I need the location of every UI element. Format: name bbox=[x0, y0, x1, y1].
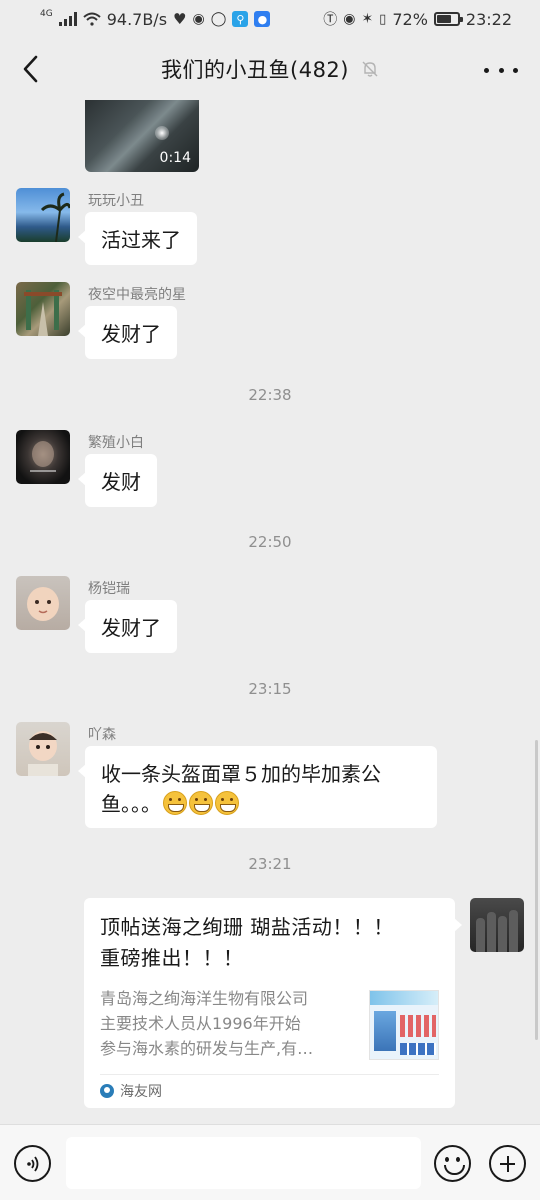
message-text: 发财了 bbox=[101, 616, 161, 640]
scrollbar[interactable] bbox=[535, 740, 538, 1040]
thumb-items bbox=[400, 1015, 437, 1037]
battery-icon bbox=[433, 12, 463, 26]
network-speed: 94.7B/s bbox=[106, 9, 168, 29]
battery-percent: 72% bbox=[392, 9, 428, 29]
message-text-line2: 鱼。。。 bbox=[101, 789, 421, 819]
more-dot bbox=[513, 67, 518, 73]
timestamp: 23:15 bbox=[248, 680, 292, 698]
nfc-icon: Ⓣ bbox=[323, 12, 338, 28]
thumb-products bbox=[374, 1011, 397, 1051]
voice-icon bbox=[26, 1155, 38, 1172]
message-text: 发财了 bbox=[101, 322, 161, 346]
timestamp: 22:50 bbox=[248, 533, 292, 551]
bell-off-icon bbox=[362, 61, 378, 77]
baby-avatar[interactable] bbox=[16, 576, 70, 630]
message-row: 繁殖小白 发财 bbox=[0, 430, 540, 510]
card-title-line: 顶帖送海之绚珊 瑚盐活动！！！ bbox=[100, 915, 394, 939]
message-bubble[interactable]: 发财了 bbox=[78, 306, 177, 359]
globe-icon: ◉ bbox=[192, 11, 205, 27]
timestamp: 22:38 bbox=[248, 386, 292, 404]
sender-name: 玩玩小丑 bbox=[88, 193, 144, 209]
chat-title: 我们的小丑鱼(482) bbox=[161, 58, 349, 82]
sender-name: 吖森 bbox=[88, 727, 116, 743]
message-text: 发财 bbox=[101, 470, 141, 494]
message-input[interactable] bbox=[66, 1137, 421, 1189]
plus-icon[interactable] bbox=[489, 1145, 526, 1182]
card-desc-line: 参与海水素的研发与生产,有… bbox=[100, 1039, 314, 1058]
network-type: 4G bbox=[40, 9, 53, 19]
eye-icon: ◉ bbox=[343, 11, 356, 27]
card-desc-line: 主要技术人员从1996年开始 bbox=[100, 1014, 301, 1033]
card-divider bbox=[100, 1074, 439, 1075]
grin-emoji-icon bbox=[189, 791, 213, 815]
card-title: 顶帖送海之绚珊 瑚盐活动！！！ 重磅推出！！！ bbox=[100, 912, 439, 978]
thumb-jars bbox=[400, 1043, 437, 1055]
signal-icon bbox=[58, 12, 77, 26]
more-dot bbox=[484, 67, 489, 73]
link-card[interactable]: 顶帖送海之绚珊 瑚盐活动！！！ 重磅推出！！！ 青岛海之绚海洋生物有限公司 主要… bbox=[84, 898, 462, 1108]
street-scene-icon bbox=[24, 290, 62, 336]
status-bar: 4G 94.7B/s ♥ ◉ ◯ ⚲ ● Ⓣ ◉ ✶ ▯ 72% 23:22 bbox=[0, 0, 540, 38]
baby-face-icon bbox=[27, 587, 59, 621]
clock: 23:22 bbox=[465, 9, 512, 29]
chevron-left-icon bbox=[23, 55, 38, 83]
more-button[interactable] bbox=[484, 56, 518, 84]
message-text: 收一条头盔面罩５加的毕加素公 bbox=[101, 762, 381, 786]
search-app-icon: ⚲ bbox=[232, 11, 249, 27]
message-row: 玩玩小丑 活过来了 bbox=[0, 188, 540, 268]
beach-palm-avatar[interactable] bbox=[16, 188, 70, 242]
input-bar bbox=[0, 1124, 540, 1200]
sender-name: 杨铠瑞 bbox=[88, 581, 130, 597]
message-bubble[interactable]: 活过来了 bbox=[78, 212, 197, 265]
timestamp: 23:21 bbox=[248, 855, 292, 873]
bluetooth-icon: ✶ bbox=[361, 11, 374, 27]
card-title-line: 重磅推出！！！ bbox=[100, 946, 244, 970]
sender-name: 夜空中最亮的星 bbox=[88, 287, 186, 303]
card-body: 青岛海之绚海洋生物有限公司 主要技术人员从1996年开始 参与海水素的研发与生产… bbox=[100, 986, 439, 1066]
my-avatar[interactable] bbox=[470, 898, 524, 952]
chat-header: 我们的小丑鱼(482) bbox=[0, 38, 540, 100]
palm-tree-icon bbox=[40, 192, 70, 242]
back-button[interactable] bbox=[14, 52, 48, 86]
more-dot bbox=[498, 67, 504, 73]
message-bubble[interactable]: 发财了 bbox=[78, 600, 177, 653]
child-avatar[interactable] bbox=[16, 722, 70, 776]
card-thumbnail bbox=[369, 990, 439, 1060]
message-text: 鱼。。。 bbox=[101, 792, 161, 816]
message-bubble[interactable]: 收一条头盔面罩５加的毕加素公 鱼。。。 bbox=[78, 746, 437, 828]
grin-emoji-icon bbox=[163, 791, 187, 815]
source-logo-icon bbox=[100, 1084, 114, 1098]
video-message[interactable]: 0:14 bbox=[85, 100, 199, 172]
portrait-icon bbox=[30, 441, 56, 472]
message-row: 杨铠瑞 发财了 bbox=[0, 576, 540, 656]
sender-name: 繁殖小白 bbox=[88, 435, 144, 451]
smiley-icon[interactable] bbox=[434, 1145, 471, 1182]
voice-button[interactable] bbox=[14, 1145, 51, 1182]
chat-area[interactable]: 0:14 玩玩小丑 活过来了 夜空中最亮的星 发财了 22:38 繁殖小白 发财… bbox=[0, 100, 540, 1124]
vibrate-icon: ▯ bbox=[379, 11, 387, 27]
message-text: 活过来了 bbox=[101, 228, 181, 252]
card-desc-line: 青岛海之绚海洋生物有限公司 bbox=[100, 989, 309, 1008]
status-right: Ⓣ ◉ ✶ ▯ 72% 23:22 bbox=[323, 9, 512, 29]
card-source: 海友网 bbox=[100, 1081, 162, 1101]
bulb-app-icon: ● bbox=[254, 11, 271, 27]
street-avatar[interactable] bbox=[16, 282, 70, 336]
message-bubble[interactable]: 发财 bbox=[78, 454, 157, 507]
status-left: 4G 94.7B/s ♥ ◉ ◯ ⚲ ● bbox=[40, 9, 271, 29]
circle-icon: ◯ bbox=[210, 11, 227, 27]
thumb-banner bbox=[370, 991, 438, 1005]
wifi-icon bbox=[83, 12, 101, 26]
card-description: 青岛海之绚海洋生物有限公司 主要技术人员从1996年开始 参与海水素的研发与生产… bbox=[100, 986, 357, 1064]
video-duration: 0:14 bbox=[159, 150, 191, 166]
child-face-icon bbox=[28, 731, 58, 776]
heart-icon: ♥ bbox=[173, 10, 187, 28]
grin-emoji-icon bbox=[215, 791, 239, 815]
message-row: 夜空中最亮的星 发财了 bbox=[0, 282, 540, 362]
dark-portrait-avatar[interactable] bbox=[16, 430, 70, 484]
source-name: 海友网 bbox=[120, 1084, 162, 1100]
